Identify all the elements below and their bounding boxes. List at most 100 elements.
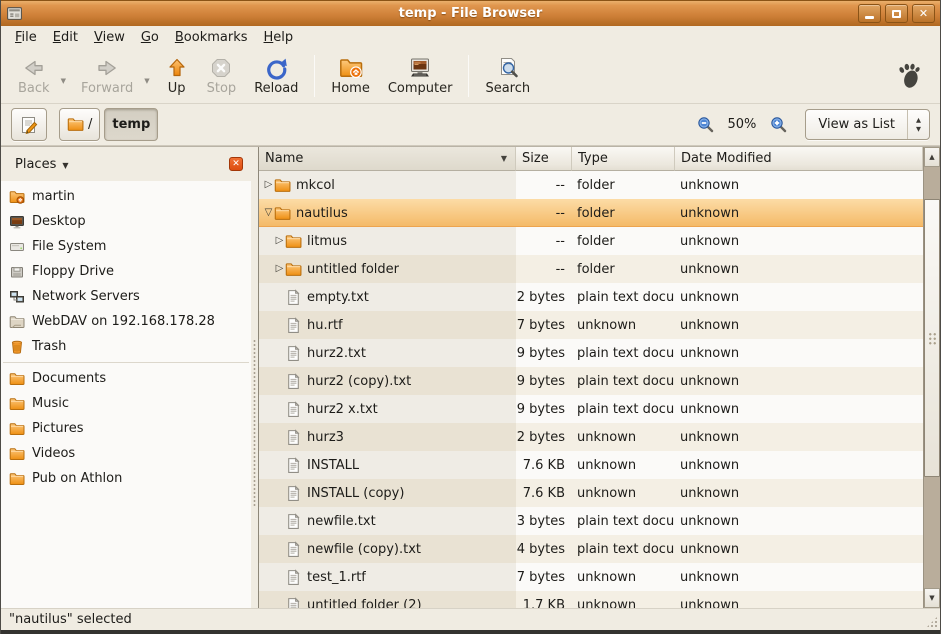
places-list: martinDesktopFile SystemFloppy DriveNetw… [1, 181, 251, 608]
expander-icon[interactable]: ▷ [263, 180, 274, 190]
file-type: plain text document [572, 283, 675, 311]
expander-icon[interactable]: ▷ [274, 236, 285, 246]
file-row-hurz2-txt[interactable]: hurz2.txt9 bytesplain text documentunkno… [259, 339, 923, 367]
file-row-install[interactable]: INSTALL7.6 KBunknownunknown [259, 451, 923, 479]
sidebar-item-network-servers[interactable]: Network Servers [1, 284, 251, 309]
toolbar-up-button[interactable]: Up [156, 53, 198, 98]
expander-icon[interactable]: ▽ [263, 208, 274, 218]
toolbar-reload-button[interactable]: Reload [245, 53, 307, 98]
toolbar-button-label: Computer [388, 81, 453, 96]
file-row-newfile-txt[interactable]: newfile.txt3 bytesplain text documentunk… [259, 507, 923, 535]
menu-help[interactable]: Help [256, 28, 302, 47]
sidebar-item-file-system[interactable]: File System [1, 234, 251, 259]
file-type: plain text document [572, 507, 675, 535]
scrollbar-thumb[interactable] [924, 199, 940, 477]
sidebar-item-pub-on-athlon[interactable]: Pub on Athlon [1, 466, 251, 491]
menu-go[interactable]: Go [133, 28, 167, 47]
toolbar-stop-button[interactable]: Stop [198, 53, 246, 98]
folder-icon [9, 446, 25, 462]
sidebar-item-trash[interactable]: Trash [1, 334, 251, 359]
expander-icon[interactable]: ▷ [274, 264, 285, 274]
file-row-install-copy[interactable]: INSTALL (copy)7.6 KBunknownunknown [259, 479, 923, 507]
file-type: unknown [572, 311, 675, 339]
view-mode-select[interactable]: View as List ▲▼ [805, 109, 930, 140]
path-button-temp[interactable]: temp [104, 108, 158, 141]
toolbar-separator [468, 55, 469, 97]
window-title: temp - File Browser [1, 6, 940, 21]
content-area: Places ▼ ✕ martinDesktopFile SystemFlopp… [1, 146, 940, 608]
sidebar-item-documents[interactable]: Documents [1, 366, 251, 391]
network-icon [9, 289, 25, 305]
file-row-mkcol[interactable]: ▷mkcol--folderunknown [259, 171, 923, 199]
file-size: -- [516, 227, 572, 255]
sidebar-item-floppy-drive[interactable]: Floppy Drive [1, 259, 251, 284]
close-button[interactable]: ✕ [912, 4, 935, 23]
column-header-name[interactable]: Name▼ [259, 147, 516, 171]
toolbar-computer-button[interactable]: Computer [379, 53, 462, 98]
places-selector-button[interactable]: Places ▼ [9, 154, 75, 175]
file-type: unknown [572, 563, 675, 591]
file-list-pane: Name▼SizeTypeDate Modified ▷mkcol--folde… [258, 147, 940, 608]
scrollbar-down-button[interactable]: ▼ [924, 588, 940, 608]
edit-location-button[interactable] [11, 108, 47, 141]
menu-file[interactable]: File [7, 28, 45, 47]
file-size: 3 bytes [516, 507, 572, 535]
title-bar[interactable]: temp - File Browser ✕ [1, 0, 940, 26]
pane-splitter[interactable] [251, 147, 258, 608]
path-button-root[interactable]: / [59, 108, 100, 141]
file-name: INSTALL (copy) [307, 486, 404, 501]
toolbar-back-button[interactable]: Back [9, 53, 59, 98]
menu-edit[interactable]: Edit [45, 28, 86, 47]
menu-view[interactable]: View [86, 28, 133, 47]
toolbar-back-dropdown[interactable]: ▼ [59, 67, 72, 85]
scrollbar-track[interactable] [924, 167, 940, 588]
toolbar-separator [314, 55, 315, 97]
toolbar-forward-dropdown[interactable]: ▼ [142, 67, 155, 85]
sidebar-close-button[interactable]: ✕ [229, 157, 243, 171]
file-row-hurz2-x-txt[interactable]: hurz2 x.txt9 bytesplain text documentunk… [259, 395, 923, 423]
sidebar-item-pictures[interactable]: Pictures [1, 416, 251, 441]
up-arrow-icon [165, 56, 189, 80]
maximize-button[interactable] [885, 4, 908, 23]
maximize-icon [892, 10, 901, 18]
column-header-type[interactable]: Type [572, 147, 675, 171]
file-type: unknown [572, 591, 675, 608]
sidebar-item-videos[interactable]: Videos [1, 441, 251, 466]
zoom-in-button[interactable] [770, 116, 787, 133]
minimize-button[interactable] [858, 4, 881, 23]
resize-grip[interactable] [926, 616, 938, 628]
toolbar-button-label: Up [168, 81, 186, 96]
menu-bookmarks[interactable]: Bookmarks [167, 28, 256, 47]
file-size: -- [516, 255, 572, 283]
folder-icon [67, 116, 84, 133]
toolbar-forward-button[interactable]: Forward [72, 53, 142, 98]
file-date-modified: unknown [675, 227, 923, 255]
file-row-hu-rtf[interactable]: hu.rtf7 bytesunknownunknown [259, 311, 923, 339]
path-buttons: /temp [59, 108, 158, 141]
sidebar-item-music[interactable]: Music [1, 391, 251, 416]
scrollbar-up-button[interactable]: ▲ [924, 147, 940, 167]
file-date-modified: unknown [675, 199, 923, 227]
sidebar-item-martin[interactable]: martin [1, 184, 251, 209]
file-size: 12 bytes [516, 423, 572, 451]
sidebar-item-webdav-on-192-168-178-28[interactable]: WebDAV on 192.168.178.28 [1, 309, 251, 334]
column-header-size[interactable]: Size [516, 147, 572, 171]
zoom-out-button[interactable] [697, 116, 714, 133]
file-row-hurz2-copy-txt[interactable]: hurz2 (copy).txt9 bytesplain text docume… [259, 367, 923, 395]
file-row-newfile-copy-txt[interactable]: newfile (copy).txt14 bytesplain text doc… [259, 535, 923, 563]
file-row-nautilus[interactable]: ▽nautilus--folderunknown [259, 199, 923, 227]
column-header-date-modified[interactable]: Date Modified [675, 147, 923, 171]
file-row-untitled-folder-2[interactable]: untitled folder (2)1.7 KBunknownunknown [259, 591, 923, 608]
file-row-litmus[interactable]: ▷litmus--folderunknown [259, 227, 923, 255]
computer-icon [408, 56, 432, 80]
sidebar-item-desktop[interactable]: Desktop [1, 209, 251, 234]
folder-icon [9, 371, 25, 387]
file-row-hurz3[interactable]: hurz312 bytesunknownunknown [259, 423, 923, 451]
file-row-untitled-folder[interactable]: ▷untitled folder--folderunknown [259, 255, 923, 283]
file-row-test-1-rtf[interactable]: test_1.rtf7 bytesunknownunknown [259, 563, 923, 591]
toolbar-search-button[interactable]: Search [476, 53, 539, 98]
file-row-empty-txt[interactable]: empty.txt2 bytesplain text documentunkno… [259, 283, 923, 311]
toolbar-home-button[interactable]: Home [322, 53, 378, 98]
splitter-grip-icon [253, 339, 256, 507]
file-date-modified: unknown [675, 563, 923, 591]
